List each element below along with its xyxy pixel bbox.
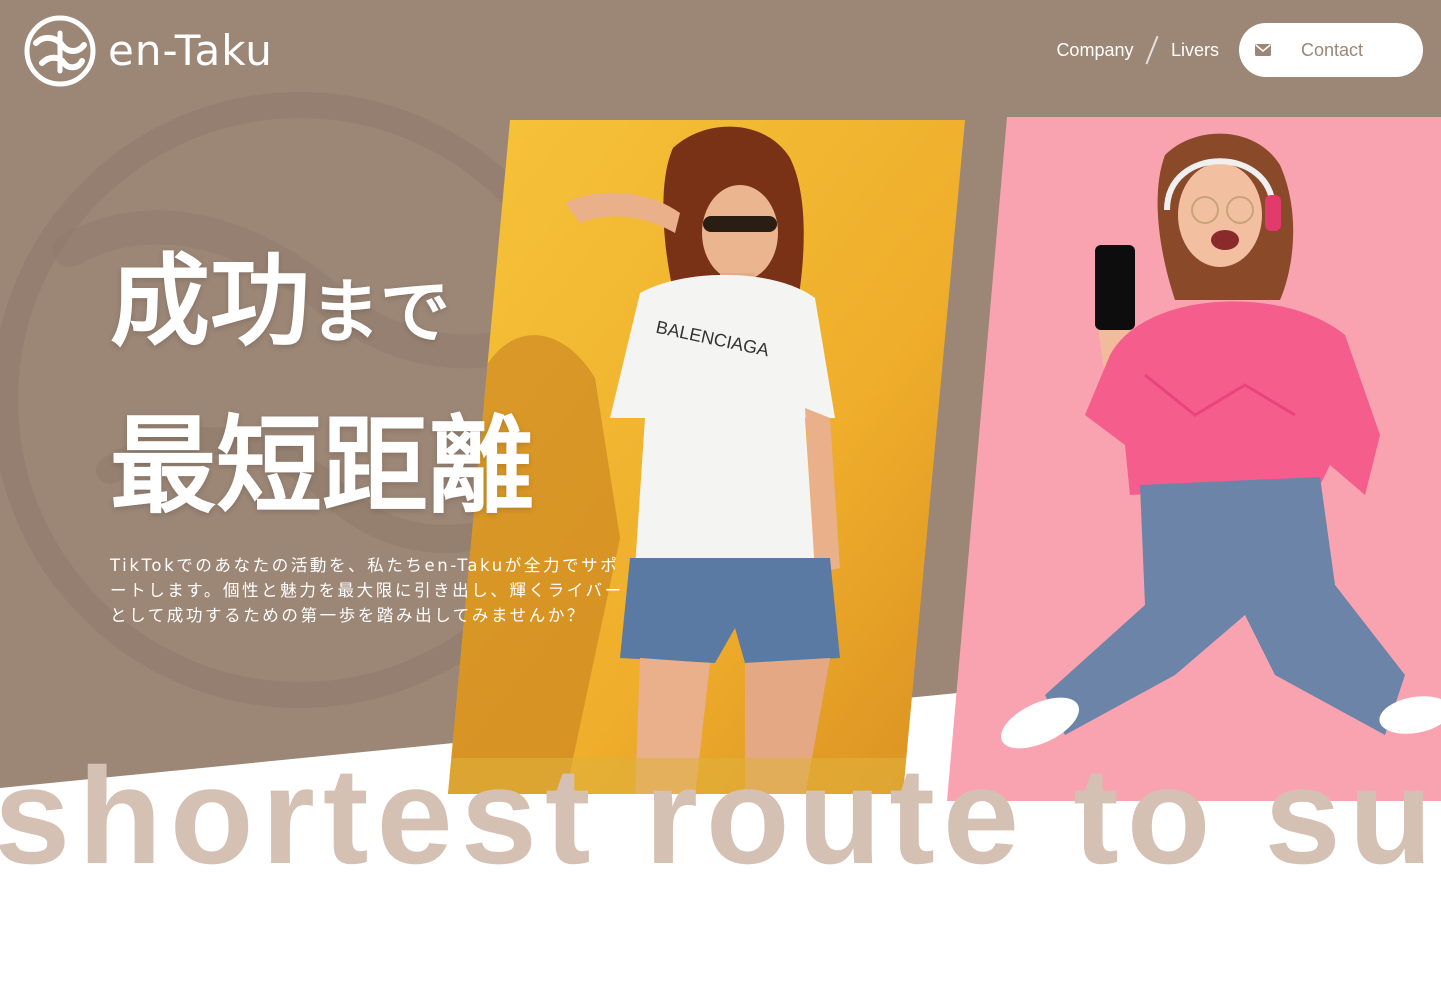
nav-link-company[interactable]: Company xyxy=(1056,40,1133,61)
hero-photo-pink xyxy=(947,117,1441,801)
contact-label: Contact xyxy=(1301,39,1364,60)
landing-page: en-Taku Company Livers Contact BALENCIAG… xyxy=(0,0,1441,981)
nav-separator xyxy=(1145,35,1159,65)
hero-background-text: shortest route to suc xyxy=(0,740,1441,893)
headline-success: 成功 xyxy=(110,243,310,360)
brand-name: en-Taku xyxy=(108,26,273,75)
headline-until: まで xyxy=(310,271,450,353)
contact-button[interactable]: Contact xyxy=(1239,23,1423,77)
mail-icon xyxy=(1255,44,1271,56)
nav-link-livers[interactable]: Livers xyxy=(1171,40,1219,61)
hero-headline-line1: 成功まで xyxy=(110,252,450,352)
hero-headline-line2: 最短距離 xyxy=(110,405,534,528)
en-taku-emblem-icon xyxy=(24,15,96,87)
hero-lead-text: TikTokでのあなたの活動を、私たちen-Takuが全力でサポートします。個性… xyxy=(110,556,624,625)
brand-logo[interactable]: en-Taku xyxy=(22,13,273,89)
main-nav: Company Livers Contact xyxy=(1056,23,1423,77)
